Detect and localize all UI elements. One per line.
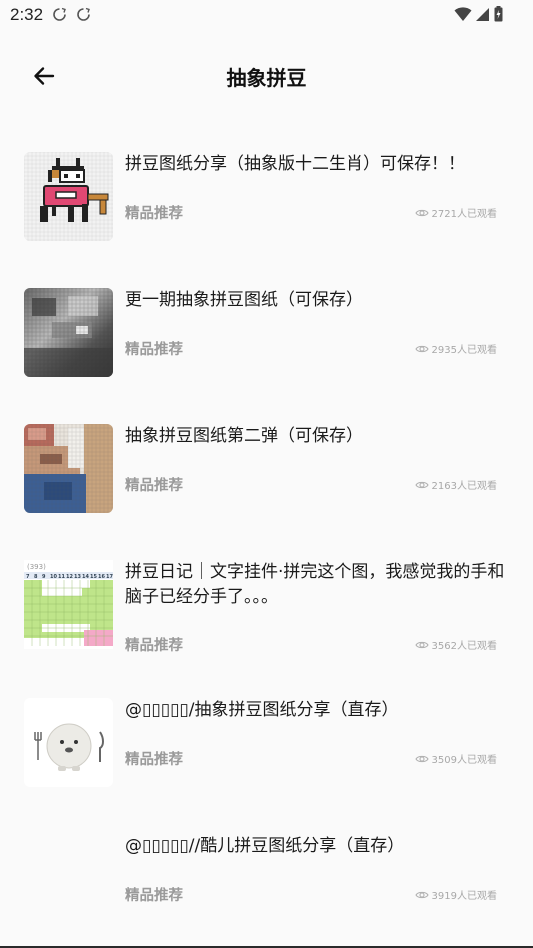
eye-icon: [414, 640, 429, 650]
grid-column-label: 9: [42, 574, 46, 580]
signal-icon: [476, 7, 490, 26]
article-thumbnail: (393) 7 8 9 10 11 12 13 14 15 16 17: [24, 560, 113, 649]
article-tag: 精品推荐: [125, 638, 183, 654]
article-title: 拼豆图纸分享（抽象版十二生肖）可保存！！: [125, 154, 465, 174]
article-tag: 精品推荐: [125, 888, 183, 904]
article-tag: 精品推荐: [125, 752, 183, 768]
eye-icon: [414, 480, 429, 490]
view-count: 3562人已观看: [414, 637, 497, 652]
battery-icon: [494, 6, 503, 26]
app-bar: 抽象拼豆: [0, 30, 533, 124]
grid-column-label: 8: [34, 574, 38, 580]
article-card[interactable]: 抽象拼豆图纸第二弹（可保存） 精品推荐 2163人已观看: [0, 396, 533, 532]
eye-icon: [414, 344, 429, 354]
grid-column-label: 15: [90, 574, 97, 580]
eye-icon: [414, 754, 429, 764]
article-card[interactable]: (393) 7 8 9 10 11 12 13 14 15 16 17 拼豆日记｜文字挂件·拼完这个…: [0, 532, 533, 690]
article-thumbnail: [24, 834, 113, 923]
article-title: @▯▯▯▯▯//酷儿拼豆图纸分享（直存）: [125, 836, 405, 856]
pixel-ox-thumb: [24, 152, 113, 241]
grid-counter: (393): [27, 563, 46, 571]
eye-icon: [414, 890, 429, 900]
view-count: 2721人已观看: [414, 205, 497, 220]
view-count: 3919人已观看: [414, 887, 497, 902]
status-time: 2:32: [10, 5, 44, 24]
grid-column-label: 14: [82, 574, 89, 580]
article-thumbnail: [24, 424, 113, 513]
article-tag: 精品推荐: [125, 478, 183, 494]
grid-column-label: 16: [98, 574, 105, 580]
page-title: 抽象拼豆: [226, 66, 307, 90]
article-tag: 精品推荐: [125, 206, 183, 222]
article-card[interactable]: @▯▯▯▯▯/抽象拼豆图纸分享（直存） 精品推荐 3509人已观看: [0, 670, 533, 806]
article-title: 拼豆日记｜文字挂件·拼完这个图，我感觉我的手和脑子已经分手了。。。: [125, 562, 505, 607]
view-count-text: 3562人已观看: [431, 641, 497, 652]
grid-column-label: 7: [26, 574, 30, 580]
grid-column-label: 11: [58, 574, 65, 580]
view-count: 2935人已观看: [414, 341, 497, 356]
view-count: 3509人已观看: [414, 751, 497, 766]
article-card[interactable]: 更一期抽象拼豆图纸（可保存） 精品推荐 2935人已观看: [0, 260, 533, 396]
article-thumbnail: [24, 288, 113, 377]
view-count-text: 3509人已观看: [431, 755, 497, 766]
article-title: 抽象拼豆图纸第二弹（可保存）: [125, 426, 363, 446]
wifi-icon: [454, 6, 472, 26]
sync-icon: [52, 7, 67, 22]
view-count-text: 2163人已观看: [431, 481, 497, 492]
article-thumbnail: [24, 152, 113, 241]
view-count-text: 2935人已观看: [431, 345, 497, 356]
view-count-text: 2721人已观看: [431, 209, 497, 220]
view-count: 2163人已观看: [414, 477, 497, 492]
article-card[interactable]: 拼豆图纸分享（抽象版十二生肖）可保存！！ 精品推荐 2721人已观看: [0, 124, 533, 260]
sync-icon: [76, 7, 91, 22]
article-thumbnail: [24, 698, 113, 787]
article-card[interactable]: @▯▯▯▯▯//酷儿拼豆图纸分享（直存） 精品推荐 3919人已观看: [0, 806, 533, 942]
grid-column-label: 10: [50, 574, 57, 580]
grid-column-label: 17: [106, 574, 113, 580]
article-tag: 精品推荐: [125, 342, 183, 358]
eye-icon: [414, 208, 429, 218]
article-title: @▯▯▯▯▯/抽象拼豆图纸分享（直存）: [125, 700, 399, 720]
article-title: 更一期抽象拼豆图纸（可保存）: [125, 290, 363, 310]
grid-column-label: 12: [66, 574, 73, 580]
grid-column-label: 13: [74, 574, 81, 580]
view-count-text: 3919人已观看: [431, 891, 497, 902]
status-bar: 2:32: [0, 0, 533, 30]
